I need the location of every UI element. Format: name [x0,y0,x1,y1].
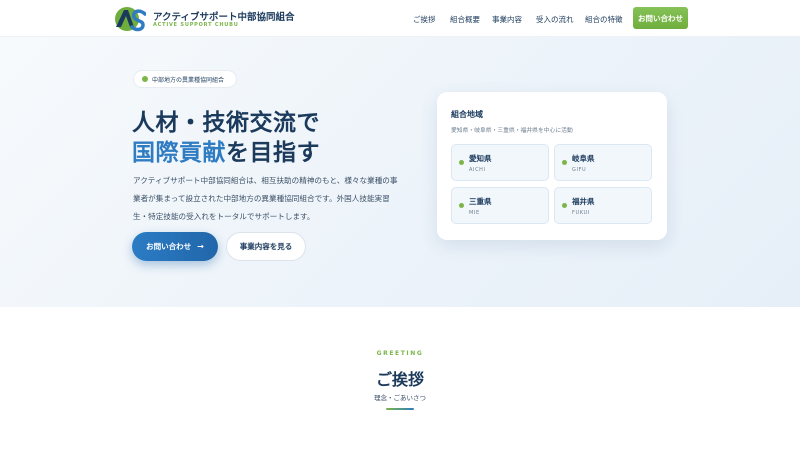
nav-flow[interactable]: 受入の流れ [536,14,574,25]
nav-overview[interactable]: 組合概要 [450,14,480,25]
greeting-subtitle: 理念・ごあいさつ [374,394,426,402]
greeting-label: GREETING [376,350,424,357]
dot-icon [562,203,567,208]
prefecture-gifu: 岐阜県 GIFU [554,144,652,181]
contact-button-label: お問い合わせ [146,242,192,251]
nav-greeting[interactable]: ご挨拶 [413,14,436,25]
prefecture-name: 福井県 [572,197,595,206]
prefecture-aichi: 愛知県 AICHI [451,144,549,181]
hero-tag-label: 中部地方の異業種協同組合 [152,76,225,84]
prefecture-name: 愛知県 [469,154,492,163]
prefecture-name-en: GIFU [572,167,587,173]
hero-description: アクティブサポート中部協同組合は、相互扶助の精神のもと、様々な業種の事業者が集ま… [133,176,398,221]
hero-title-line2: 国際貢献を目指す [132,133,320,167]
prefecture-name-en: AICHI [469,167,486,173]
greeting-divider [386,408,414,410]
arrow-right-icon: → [197,242,204,251]
tag-dot-icon [142,76,148,82]
greeting-title: ご挨拶 [375,370,424,389]
contact-button[interactable]: お問い合わせ → [132,232,218,261]
prefecture-mie: 三重県 MIE [451,187,549,224]
brand-name[interactable]: アクティブサポート中部協同組合 [153,9,294,23]
dot-icon [459,203,464,208]
hero-title-accent: 国際貢献 [132,140,226,166]
area-card-subtitle: 愛知県・岐阜県・三重県・福井県を中心に活動 [451,128,573,134]
dot-icon [459,160,464,165]
site-header: アクティブサポート中部協同組合 ACTIVE SUPPORT CHUBU ご挨拶… [0,0,800,37]
view-business-button[interactable]: 事業内容を見る [226,232,306,261]
prefecture-name-en: FUKUI [572,210,590,216]
prefecture-name: 岐阜県 [572,154,595,163]
dot-icon [562,160,567,165]
prefecture-fukui: 福井県 FUKUI [554,187,652,224]
nav-business[interactable]: 事業内容 [492,14,522,25]
hero-tag: 中部地方の異業種協同組合 [133,70,237,88]
prefecture-name: 三重県 [469,197,492,206]
area-card: 組合地域 愛知県・岐阜県・三重県・福井県を中心に活動 愛知県 AICHI 岐阜県… [437,92,667,240]
brand-name-en: ACTIVE SUPPORT CHUBU [153,22,239,28]
hero-title-rest: を目指す [226,140,320,166]
logo-icon[interactable] [112,5,146,32]
header-contact-button[interactable]: お問い合わせ [633,7,688,29]
area-card-title: 組合地域 [451,110,483,119]
prefecture-name-en: MIE [469,210,480,216]
nav-features[interactable]: 組合の特徴 [585,14,623,25]
hero-title-line1: 人材・技術交流で [132,110,320,136]
